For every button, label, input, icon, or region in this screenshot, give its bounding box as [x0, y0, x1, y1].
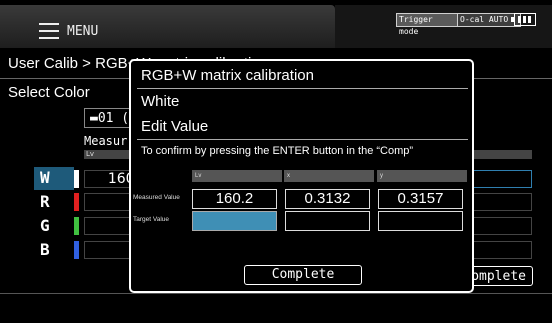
file-field-value: 01 (: [97, 111, 130, 126]
column-header-lv: Lv: [192, 170, 282, 182]
column-header-x: x: [284, 170, 374, 182]
bg-right-cell-w: [470, 170, 532, 188]
measured-value-label: Measured Value: [133, 194, 180, 201]
edit-value-dialog: RGB+W matrix calibration White Edit Valu…: [129, 59, 474, 293]
trigger-mode-badge: Trigger mode: [396, 13, 458, 36]
measured-lv-value: 160.2: [192, 189, 277, 209]
menu-label[interactable]: MENU: [67, 24, 98, 39]
right-col-header: [470, 150, 532, 159]
battery-icon: [511, 13, 536, 26]
row-letter-w[interactable]: W: [40, 168, 50, 187]
row-letter-b[interactable]: B: [40, 240, 50, 259]
complete-button[interactable]: Complete: [244, 265, 362, 285]
select-color-label: Select Color: [8, 84, 90, 101]
swatch-green: [74, 217, 79, 235]
target-y-input[interactable]: [378, 211, 463, 231]
bg-right-cell-g: [470, 217, 532, 235]
row-letter-r[interactable]: R: [40, 192, 50, 211]
swatch-blue: [74, 241, 79, 259]
top-bar: MENU Trigger mode O-cal AUTO: [0, 0, 552, 48]
dialog-instruction: To confirm by pressing the ENTER button …: [141, 145, 414, 157]
target-x-input[interactable]: [285, 211, 370, 231]
hamburger-menu-icon[interactable]: [39, 23, 59, 39]
dialog-title: RGB+W matrix calibration: [141, 67, 314, 84]
measured-y-value: 0.3157: [378, 189, 463, 209]
row-letter-g[interactable]: G: [40, 216, 50, 235]
dialog-mode-label: Edit Value: [141, 118, 209, 135]
bg-right-cell-r: [470, 193, 532, 211]
column-header-y: y: [377, 170, 467, 182]
bg-right-cell-b: [470, 241, 532, 259]
bottom-divider: [0, 293, 552, 294]
target-value-label: Target Value: [133, 216, 170, 223]
file-icon: ▬: [90, 111, 98, 126]
dialog-title-divider: [137, 88, 468, 89]
target-lv-input[interactable]: [192, 211, 277, 231]
dialog-color-name: White: [141, 93, 180, 110]
screen: MENU Trigger mode O-cal AUTO User Calib …: [0, 0, 552, 323]
dialog-mode-divider: [137, 139, 468, 140]
swatch-red: [74, 193, 79, 211]
swatch-white: [74, 170, 79, 188]
measured-x-value: 0.3132: [285, 189, 370, 209]
measured-label-bg: Measur: [84, 134, 128, 148]
